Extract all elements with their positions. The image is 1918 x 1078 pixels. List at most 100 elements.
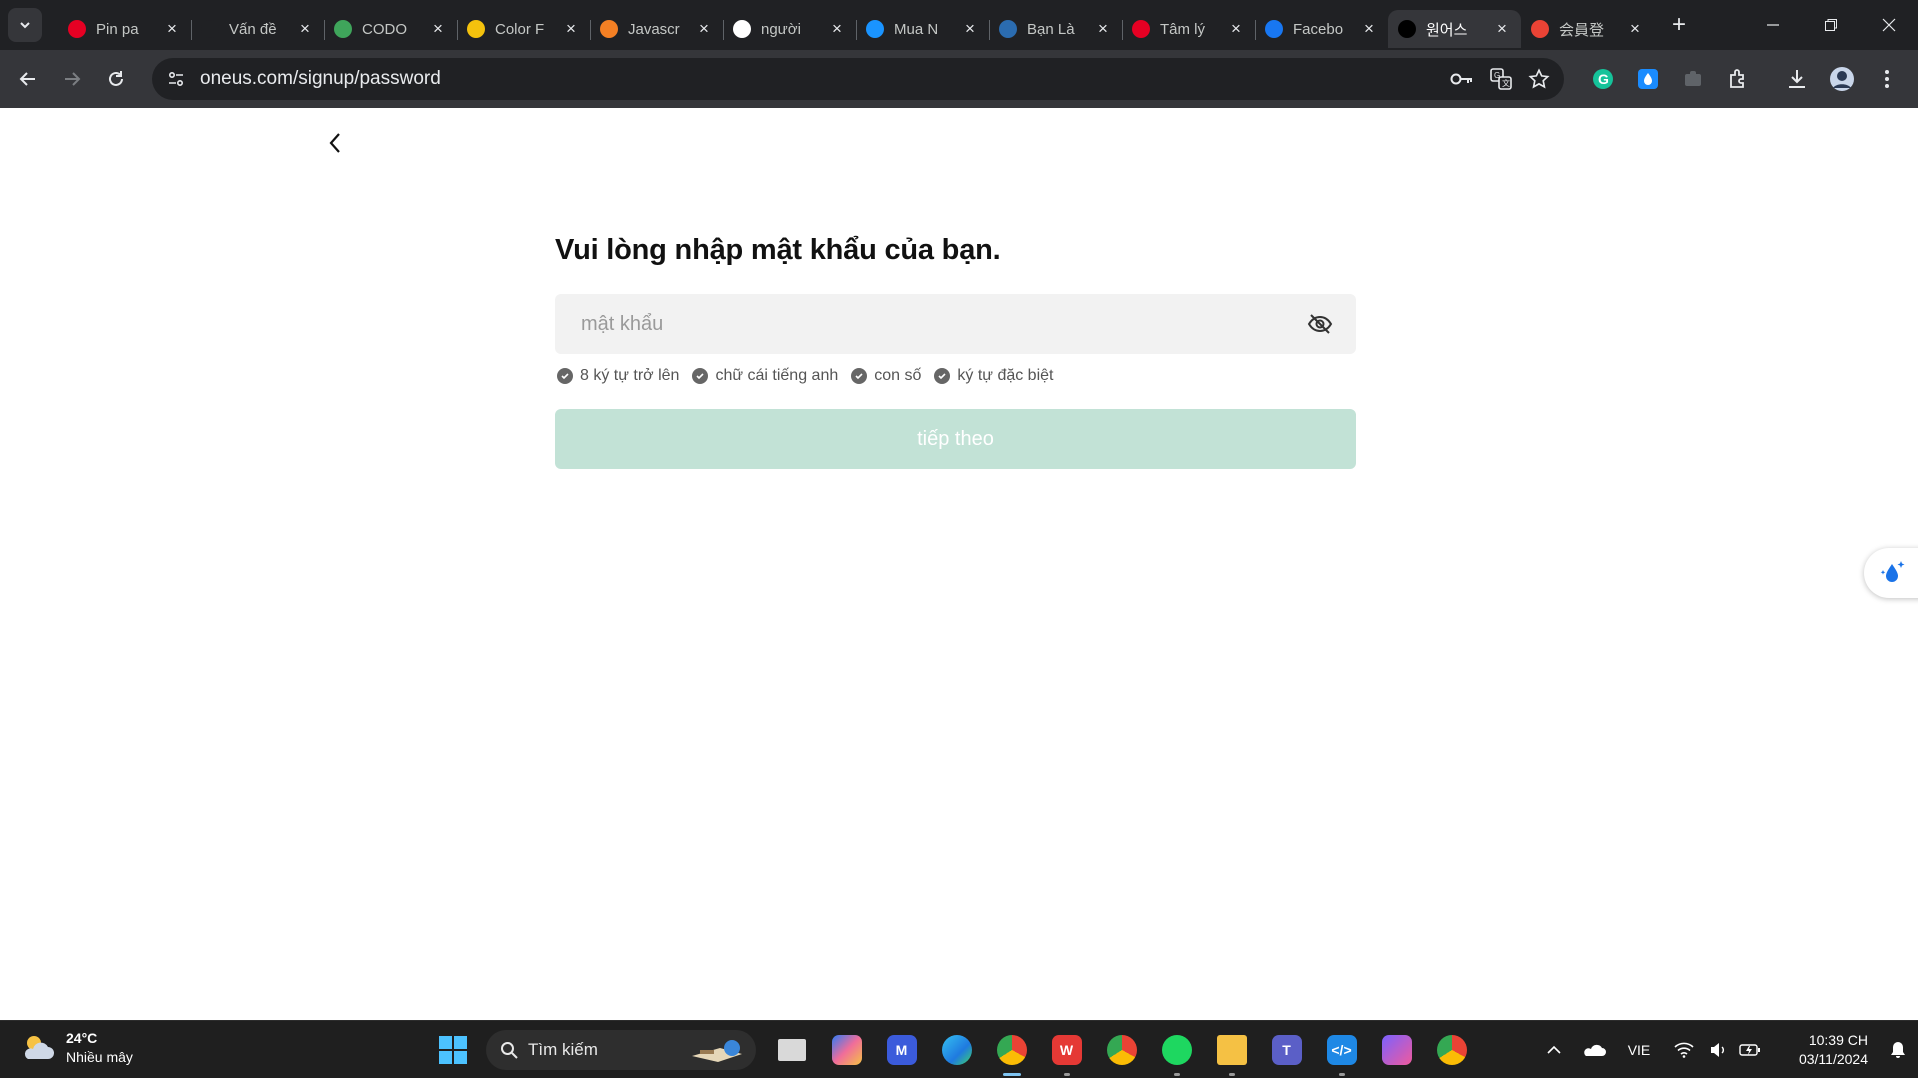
browser-tab[interactable]: Vấn đề × — [191, 10, 324, 48]
taskbar-app-notes[interactable]: M — [874, 1021, 929, 1078]
tab-title: Color F — [495, 20, 545, 38]
weather-widget[interactable]: 24°C Nhiều mây — [20, 1029, 133, 1067]
oneus-icon — [1398, 20, 1416, 38]
tab-close-icon[interactable]: × — [695, 19, 713, 39]
onedrive-button[interactable] — [1574, 1021, 1614, 1078]
wifi-button[interactable] — [1664, 1021, 1704, 1078]
more-vert-icon — [1884, 70, 1889, 88]
tab-close-icon[interactable]: × — [1626, 19, 1644, 39]
water-extension[interactable] — [1625, 50, 1670, 108]
battery-button[interactable] — [1732, 1021, 1768, 1078]
tab-close-icon[interactable]: × — [961, 19, 979, 39]
taskbar-app-task-view[interactable] — [764, 1021, 819, 1078]
rule-label: con số — [874, 367, 922, 384]
tab-close-icon[interactable]: × — [1493, 19, 1511, 39]
forward-button[interactable] — [50, 59, 94, 99]
translate-icon[interactable]: G文 — [1490, 68, 1512, 90]
toggle-password-visibility-button[interactable] — [1306, 310, 1334, 338]
start-button[interactable] — [430, 1027, 476, 1073]
grammarly-extension[interactable]: G — [1580, 50, 1625, 108]
tab-close-icon[interactable]: × — [429, 19, 447, 39]
close-window-button[interactable] — [1860, 0, 1918, 50]
show-hidden-icons-button[interactable] — [1534, 1021, 1574, 1078]
taskbar-app-wps[interactable]: W — [1039, 1021, 1094, 1078]
browser-tab[interactable]: Mua N × — [856, 10, 989, 48]
tab-close-icon[interactable]: × — [1094, 19, 1112, 39]
chatgpt-icon — [201, 20, 219, 38]
notifications-button[interactable] — [1878, 1041, 1918, 1059]
tab-close-icon[interactable]: × — [1227, 19, 1245, 39]
tab-strip: Pin pa × Vấn đề × CODO × Color F × Javascr × người… — [58, 0, 1654, 50]
new-tab-button[interactable]: + — [1664, 10, 1694, 40]
taskbar-app-photos[interactable] — [1369, 1021, 1424, 1078]
tab-title: Bạn Là — [1027, 20, 1075, 38]
close-icon — [1882, 18, 1896, 32]
floating-assistant-button[interactable] — [1864, 548, 1918, 598]
tab-close-icon[interactable]: × — [562, 19, 580, 39]
browser-tab[interactable]: người × — [723, 10, 856, 48]
windows-taskbar: 24°C Nhiều mây Tìm kiếm M W T </> VIE 10… — [0, 1020, 1918, 1078]
back-button[interactable] — [6, 59, 50, 99]
browser-tab[interactable]: Javascr × — [590, 10, 723, 48]
arrow-left-icon — [19, 72, 35, 86]
rule-label: ký tự đặc biệt — [957, 367, 1054, 384]
star-icon[interactable] — [1528, 68, 1550, 90]
page-back-button[interactable] — [320, 128, 350, 158]
taskbar-app-chrome-2[interactable] — [1094, 1021, 1149, 1078]
key-icon[interactable] — [1450, 72, 1474, 86]
tab-title: Vấn đề — [229, 20, 277, 38]
taskbar-app-edge[interactable] — [929, 1021, 984, 1078]
pinterest-icon — [68, 20, 86, 38]
language-indicator[interactable]: VIE — [1614, 1021, 1664, 1078]
password-input[interactable] — [555, 294, 1295, 354]
taskbar-app-copilot[interactable] — [819, 1021, 874, 1078]
address-bar[interactable]: oneus.com/signup/password G文 — [152, 58, 1564, 100]
site-info-button[interactable] — [158, 61, 194, 97]
taskbar-app-chrome-active[interactable] — [984, 1021, 1039, 1078]
browser-tab[interactable]: Facebo × — [1255, 10, 1388, 48]
browser-tab[interactable]: Color F × — [457, 10, 590, 48]
restore-icon — [1825, 19, 1837, 31]
extensions-button[interactable] — [1715, 50, 1760, 108]
minimize-button[interactable] — [1744, 0, 1802, 50]
tab-close-icon[interactable]: × — [828, 19, 846, 39]
taskbar-app-file-explorer[interactable] — [1204, 1021, 1259, 1078]
taskbar-app-chrome-3[interactable] — [1424, 1021, 1479, 1078]
browser-tab[interactable]: 会員登 × — [1521, 10, 1654, 48]
taskbar-app-spotify[interactable] — [1149, 1021, 1204, 1078]
taskbar-app-vscode[interactable]: </> — [1314, 1021, 1369, 1078]
browser-tab[interactable]: Bạn Là × — [989, 10, 1122, 48]
url-text[interactable]: oneus.com/signup/password — [200, 68, 441, 90]
restore-button[interactable] — [1802, 0, 1860, 50]
color-icon — [467, 20, 485, 38]
next-button[interactable]: tiếp theo — [555, 409, 1356, 469]
browser-tab[interactable]: 원어스 × — [1388, 10, 1521, 48]
download-icon — [1788, 70, 1805, 88]
tab-search-button[interactable] — [8, 8, 42, 42]
edge-icon — [941, 1035, 972, 1065]
taskbar-app-teams[interactable]: T — [1259, 1021, 1314, 1078]
browser-tab[interactable]: Tâm lý × — [1122, 10, 1255, 48]
rule-special-character: ký tự đặc biệt — [934, 367, 1053, 385]
taskbar-search[interactable]: Tìm kiếm — [486, 1030, 756, 1070]
window-controls — [1744, 0, 1918, 50]
rule-label: 8 ký tự trở lên — [580, 367, 680, 384]
browser-tab[interactable]: CODO × — [324, 10, 457, 48]
tab-close-icon[interactable]: × — [163, 19, 181, 39]
tab-close-icon[interactable]: × — [296, 19, 314, 39]
tab-title: 원어스 — [1426, 21, 1468, 39]
disabled-extension[interactable] — [1670, 50, 1715, 108]
browser-menu-button[interactable] — [1864, 50, 1909, 108]
rule-label: chữ cái tiếng anh — [715, 367, 839, 384]
profile-button[interactable] — [1819, 50, 1864, 108]
clock[interactable]: 10:39 CH 03/11/2024 — [1768, 1031, 1868, 1069]
tab-title: Pin pa — [96, 20, 139, 38]
volume-button[interactable] — [1704, 1021, 1732, 1078]
reload-button[interactable] — [94, 59, 138, 99]
sparkle-drop-icon — [1880, 561, 1905, 582]
tab-close-icon[interactable]: × — [1360, 19, 1378, 39]
browser-tab[interactable]: Pin pa × — [58, 10, 191, 48]
rule-english-letters: chữ cái tiếng anh — [692, 367, 838, 385]
mountain-icon — [1381, 1035, 1412, 1065]
downloads-button[interactable] — [1774, 50, 1819, 108]
